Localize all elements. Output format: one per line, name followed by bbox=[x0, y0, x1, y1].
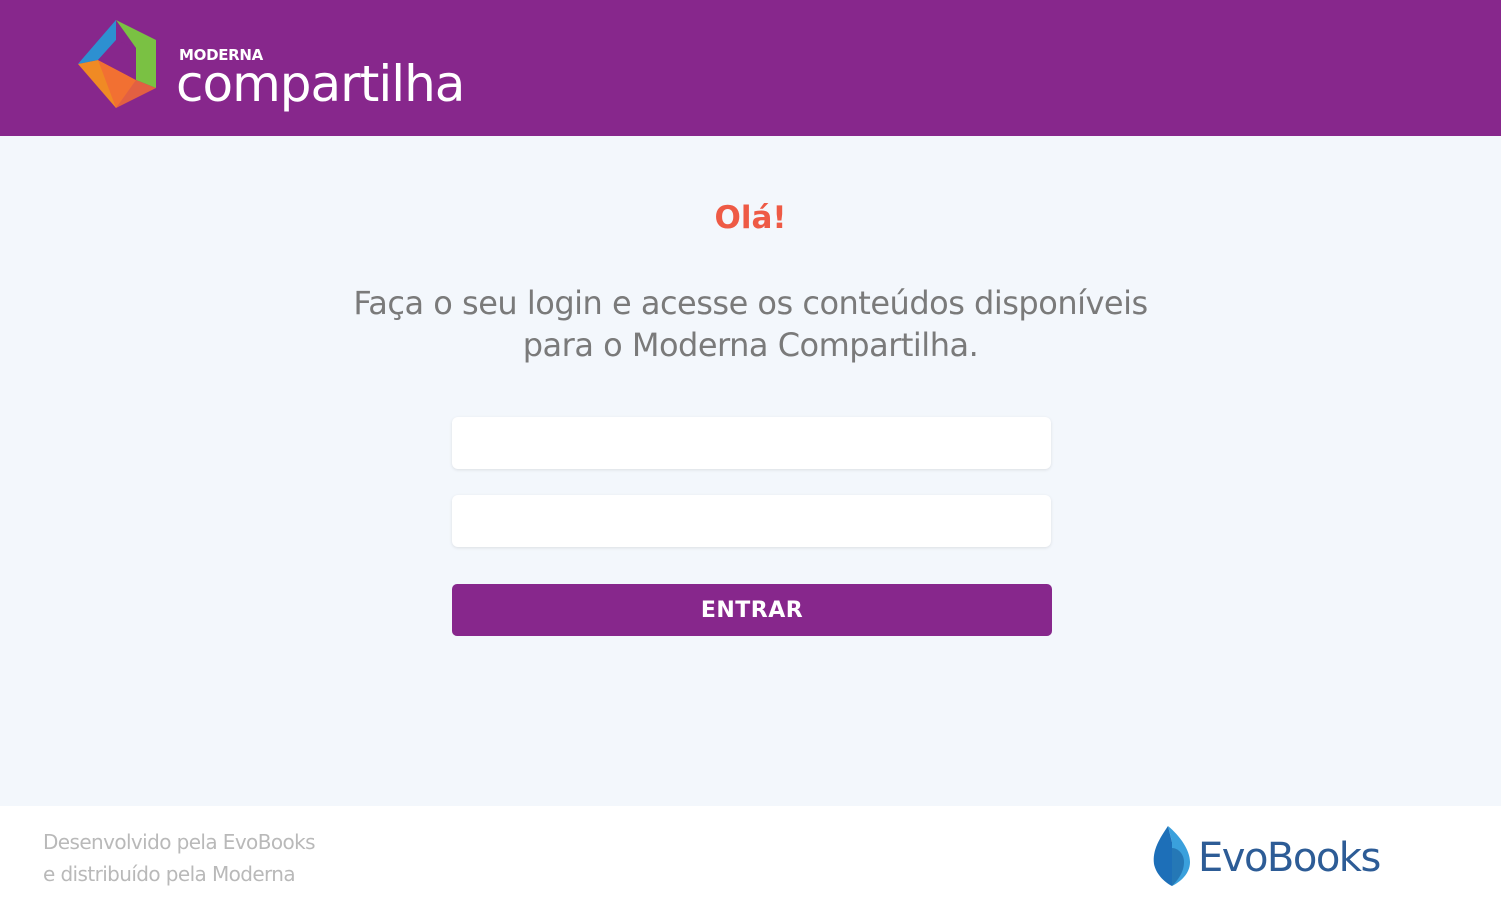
intro-line-2: para o Moderna Compartilha. bbox=[522, 326, 979, 364]
password-input[interactable] bbox=[452, 495, 1051, 547]
enter-button[interactable]: ENTRAR bbox=[452, 584, 1052, 636]
footer: Desenvolvido pela EvoBooks e distribuído… bbox=[0, 806, 1501, 900]
credit-line-1: Desenvolvido pela EvoBooks bbox=[43, 830, 315, 854]
intro-line-1: Faça o seu login e acesse os conteúdos d… bbox=[353, 284, 1148, 322]
login-panel bbox=[0, 136, 1501, 806]
evobooks-logo-icon bbox=[1153, 826, 1190, 886]
app-header: MODERNA compartilha bbox=[0, 0, 1501, 136]
footer-credits: Desenvolvido pela EvoBooks e distribuído… bbox=[43, 826, 315, 890]
moderna-compartilha-logo-icon bbox=[78, 20, 156, 108]
login-intro-text: Faça o seu login e acesse os conteúdos d… bbox=[300, 282, 1201, 366]
evobooks-logo-text: EvoBooks bbox=[1198, 835, 1381, 881]
username-input[interactable] bbox=[452, 417, 1051, 469]
credit-line-2: e distribuído pela Moderna bbox=[43, 862, 296, 886]
brand-title: compartilha bbox=[176, 55, 465, 113]
greeting-heading: Olá! bbox=[714, 200, 787, 236]
